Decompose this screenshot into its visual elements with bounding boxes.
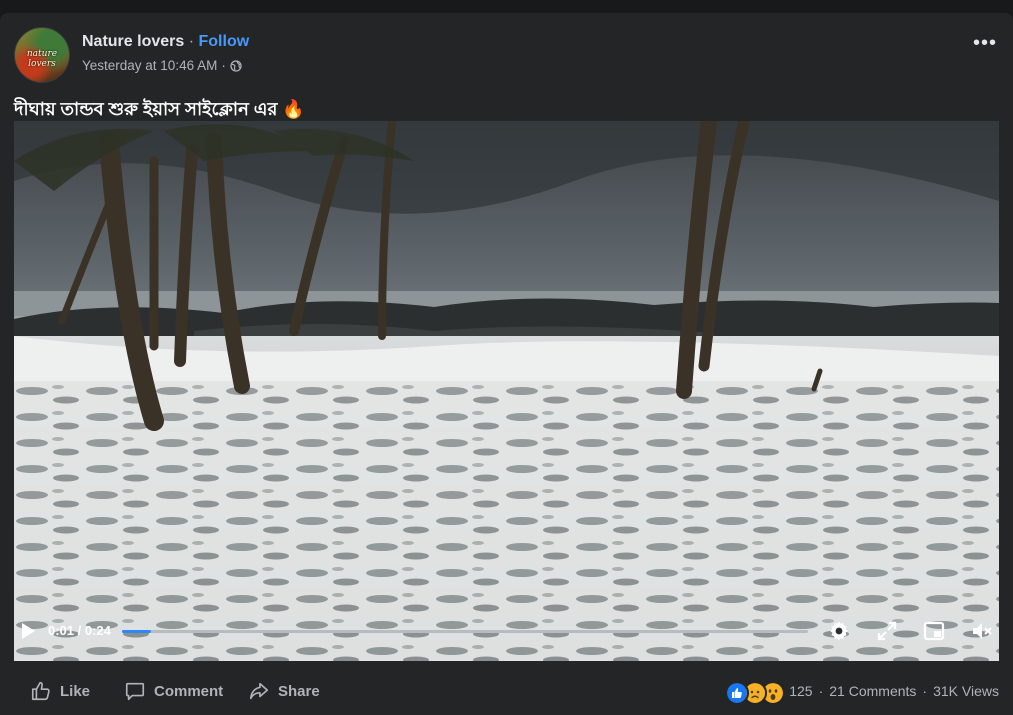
views-count[interactable]: 31K Views [933,683,999,699]
picture-in-picture-icon[interactable] [922,619,946,643]
settings-gear-icon[interactable] [827,619,851,643]
like-label: Like [60,682,91,700]
page-name-link[interactable]: Nature lovers [82,33,184,50]
meta-separator: · [221,58,226,73]
page-name-line: Nature lovers · Follow [82,33,249,51]
page-avatar[interactable]: nature lovers [14,27,70,83]
reaction-count[interactable]: 125 [789,683,812,699]
video-player[interactable]: 0:01 / 0:24 [14,121,999,661]
comments-count[interactable]: 21 Comments [829,683,916,699]
stats-separator: · [922,683,928,699]
volume-muted-icon[interactable] [970,619,994,643]
post-stats: 125 · 21 Comments · 31K Views [725,673,999,709]
video-frame [14,121,999,661]
follow-button[interactable]: Follow [199,33,250,50]
fullscreen-expand-icon[interactable] [875,619,899,643]
thumbs-up-icon [31,681,50,701]
avatar-logo-text: nature lovers [26,49,58,69]
share-button[interactable]: Share [248,673,320,709]
video-time: 0:01 / 0:24 [48,623,111,638]
more-options-icon[interactable]: ••• [971,33,999,57]
duration: 0:24 [84,623,111,638]
comment-button[interactable]: Comment [124,673,223,709]
post-header: nature lovers Nature lovers · Follow Yes… [14,27,999,83]
time-separator: / [74,623,85,638]
current-time: 0:01 [48,623,75,638]
post-timestamp[interactable]: Yesterday at 10:46 AM [82,58,217,73]
comment-label: Comment [154,682,224,700]
share-label: Share [278,682,320,700]
play-icon[interactable] [18,621,38,641]
post-meta: Yesterday at 10:46 AM · [82,58,242,73]
share-arrow-icon [249,682,269,700]
globe-icon[interactable] [230,59,242,72]
progress-bar[interactable] [122,630,808,633]
name-separator: · [188,33,195,50]
progress-fill [122,630,151,633]
post-card: nature lovers Nature lovers · Follow Yes… [0,13,1013,715]
post-actions: Like Comment Share 125 · 21 Comments · 3… [14,673,999,709]
stats-separator: · [818,683,824,699]
comment-bubble-icon [125,682,145,701]
video-controls: 0:01 / 0:24 [14,613,999,661]
like-button[interactable]: Like [30,673,90,709]
reaction-icons[interactable] [725,680,786,705]
